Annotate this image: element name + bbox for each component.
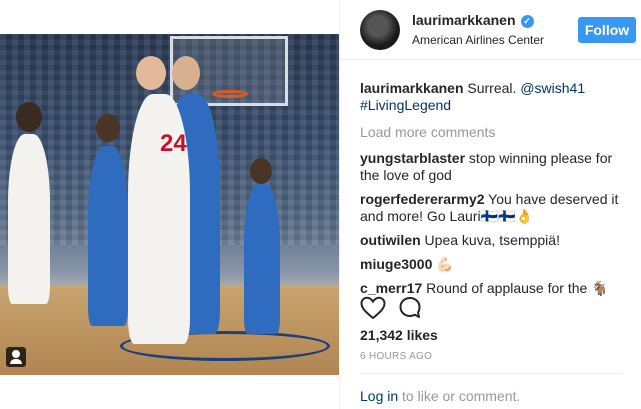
comment-text: Upea kuva, tsemppiä!: [420, 232, 560, 248]
photo-player-blue-right: [244, 184, 280, 334]
caption-username[interactable]: laurimarkkanen: [360, 80, 464, 96]
comment-username[interactable]: c_merr17: [360, 280, 422, 296]
comments-section: laurimarkkanen Surreal. @swish41 #Living…: [360, 80, 630, 304]
login-link[interactable]: Log in: [360, 388, 398, 404]
photo-player-blue-right-head: [250, 158, 272, 184]
comment-username[interactable]: miuge3000: [360, 256, 432, 272]
load-more-comments-button[interactable]: Load more comments: [360, 124, 630, 141]
photo-player-left: [8, 134, 50, 304]
avatar[interactable]: [360, 10, 400, 50]
photo-player-nowitzki-head: [172, 56, 200, 90]
comment-username[interactable]: yungstarblaster: [360, 150, 465, 166]
photo-player-blue-left-head: [96, 114, 120, 142]
comment-item: rogerfedererarmy2 You have deserved it a…: [360, 191, 630, 225]
photo-player-blue-left: [88, 146, 128, 326]
login-prompt-text: to like or comment.: [398, 388, 521, 404]
photo-rim: [212, 90, 248, 98]
user-tag-icon[interactable]: [6, 347, 26, 367]
photo-jersey-number: 24: [160, 130, 187, 157]
username-link[interactable]: laurimarkkanen ✓: [412, 12, 534, 28]
divider: [360, 373, 622, 374]
comment-text: Round of applause for the 🐐: [422, 280, 609, 296]
username-text[interactable]: laurimarkkanen: [412, 12, 516, 28]
photo-player-markkanen-head: [136, 56, 166, 90]
post-photo[interactable]: 24: [0, 34, 339, 375]
comment-item: c_merr17 Round of applause for the 🐐: [360, 280, 630, 297]
post-actions: [360, 296, 630, 322]
likes-count[interactable]: 21,342 likes: [360, 327, 438, 343]
post-side-panel: laurimarkkanen ✓ American Airlines Center…: [339, 0, 641, 409]
comment-item: yungstarblaster stop winning please for …: [360, 150, 630, 184]
post-photo-area: 24: [0, 0, 339, 409]
photo-player-left-head: [16, 102, 42, 132]
comment-item: miuge3000 💪🏻: [360, 256, 630, 273]
comment-item: outiwilen Upea kuva, tsemppiä!: [360, 232, 630, 249]
post-caption: laurimarkkanen Surreal. @swish41 #Living…: [360, 80, 630, 114]
comment-text: 💪🏻: [432, 256, 454, 272]
verified-badge-icon: ✓: [520, 15, 534, 28]
login-prompt: Log in to like or comment.: [360, 388, 520, 404]
caption-hashtag-link[interactable]: #LivingLegend: [360, 97, 451, 113]
comment-username[interactable]: rogerfedererarmy2: [360, 191, 485, 207]
heart-icon[interactable]: [360, 296, 386, 320]
location-link[interactable]: American Airlines Center: [412, 33, 544, 47]
caption-text: Surreal.: [463, 80, 521, 96]
follow-button[interactable]: Follow: [578, 17, 636, 43]
post-timestamp: 6 HOURS AGO: [360, 351, 433, 362]
comment-username[interactable]: outiwilen: [360, 232, 421, 248]
post-header: laurimarkkanen ✓ American Airlines Center…: [340, 0, 641, 60]
caption-mention-link[interactable]: @swish41: [520, 80, 585, 96]
comment-icon[interactable]: [398, 296, 424, 320]
